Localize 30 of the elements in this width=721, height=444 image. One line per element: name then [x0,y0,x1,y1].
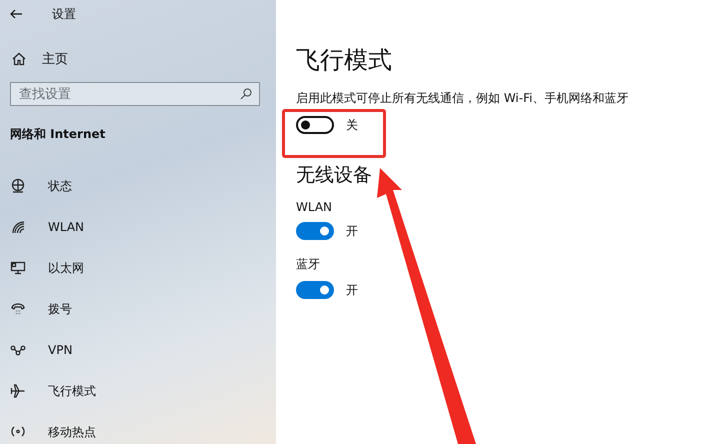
toggle-switch[interactable] [296,222,334,240]
sidebar-item[interactable]: 以太网 [48,260,84,276]
globe-icon [10,178,26,194]
sidebar-item[interactable]: 拨号 [48,300,72,318]
toggle-state-label: 开 [346,222,358,240]
airplane-icon [10,383,26,399]
home-link[interactable]: 主页 [42,50,68,68]
search-icon [240,88,252,100]
wifi-icon [10,219,26,235]
section-heading: 无线设备 [296,163,373,188]
window-title: 设置 [52,6,76,22]
sidebar-item[interactable]: VPN [48,343,72,357]
search-field[interactable]: 查找设置 [10,82,260,106]
monitor-icon [10,260,26,276]
toggle-switch[interactable] [296,281,334,299]
home-icon [12,52,26,66]
toggle-switch[interactable] [296,116,334,134]
page-title: 飞行模式 [296,45,393,76]
phone-icon [10,301,26,317]
back-arrow-icon[interactable] [10,9,22,19]
sidebar-item[interactable]: WLAN [48,220,84,234]
toggle-state-label: 关 [346,116,358,134]
sidebar-item[interactable]: 移动热点 [48,424,96,440]
sidebar-item[interactable]: 状态 [48,178,72,194]
device-name: 蓝牙 [296,256,321,273]
section-heading: 网络和 Internet [10,126,106,143]
sidebar-item[interactable]: 飞行模式 [48,382,96,400]
device-name: WLAN [296,200,334,214]
description-text: 启用此模式可停止所有无线通信，例如 Wi-Fi、手机网络和蓝牙 [296,90,630,107]
toggle-state-label: 开 [346,282,358,298]
